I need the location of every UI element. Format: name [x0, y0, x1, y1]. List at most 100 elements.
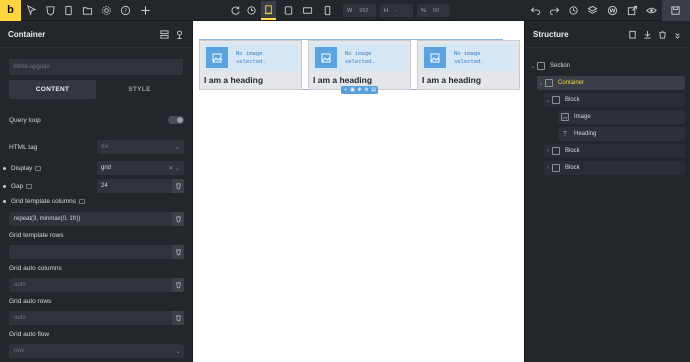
unit-icon[interactable] — [172, 278, 184, 292]
query-loop-label: Query loop — [9, 116, 41, 124]
tablet-landscape-icon[interactable] — [281, 3, 296, 18]
page-icon[interactable] — [61, 3, 76, 18]
desktop-breakpoint-icon[interactable] — [261, 1, 276, 20]
tab-content[interactable]: CONTENT — [9, 80, 96, 99]
structure-panel: Structure ⌄ Section ⌄ Container ⌄ Block … — [524, 21, 690, 362]
unit-icon[interactable] — [172, 212, 184, 226]
tree-item-block[interactable]: › Block — [544, 161, 685, 175]
gaf-value: row — [9, 344, 172, 358]
container-icon — [545, 79, 553, 87]
laptop-icon[interactable] — [300, 3, 315, 18]
image-placeholder[interactable]: No image selected. — [203, 44, 298, 71]
history-icon[interactable] — [566, 3, 581, 18]
gar-label: Grid auto rows — [9, 298, 52, 305]
block-icon — [552, 147, 560, 155]
panel-tabs: CONTENT STYLE — [9, 80, 183, 99]
query-loop-toggle[interactable] — [168, 116, 184, 124]
unit-icon[interactable] — [172, 311, 184, 325]
tree-label: Heading — [574, 131, 597, 137]
block-card[interactable]: No image selected. I am a heading — [308, 40, 411, 90]
card-heading[interactable]: I am a heading — [422, 75, 481, 85]
folder-icon[interactable] — [80, 3, 95, 18]
expand-icon[interactable] — [673, 30, 682, 39]
gtr-label-row: Grid template rows — [9, 232, 184, 239]
gap-input[interactable]: 24 — [97, 179, 184, 193]
display-select[interactable]: grid ✕ ⌄ — [97, 161, 184, 175]
breakpoint-icon — [35, 165, 42, 171]
tree-item-container[interactable]: ⌄ Container — [537, 76, 685, 90]
unit-icon[interactable] — [172, 179, 184, 193]
tree-item-block[interactable]: ⌄ Block — [544, 93, 685, 107]
external-link-icon[interactable] — [625, 3, 640, 18]
chevron-right-icon[interactable]: › — [544, 148, 552, 154]
gac-input[interactable]: auto — [9, 278, 184, 292]
undo-history-icon[interactable] — [244, 3, 259, 18]
tree-item-section[interactable]: ⌄ Section — [529, 59, 685, 73]
plus-icon[interactable] — [138, 3, 153, 18]
tree-label: Container — [558, 80, 585, 86]
add-icon[interactable]: + — [343, 87, 348, 93]
tab-style[interactable]: STYLE — [96, 80, 183, 99]
gaf-select[interactable]: row ⌄ — [9, 344, 184, 358]
card-heading[interactable]: I am a heading — [204, 75, 263, 85]
block-card[interactable]: No image selected. I am a heading — [199, 40, 302, 90]
builder-canvas[interactable]: No image selected. I am a heading No imag… — [193, 21, 524, 362]
canvas-height-field[interactable]: H - — [380, 4, 413, 17]
tree-item-image[interactable]: Image — [558, 110, 685, 124]
presets-icon[interactable] — [160, 29, 169, 39]
layers-icon[interactable] — [585, 3, 600, 18]
gtc-input[interactable]: repeat(3, minmax(0, 1fr)) — [9, 212, 184, 226]
chevron-down-icon: ⌄ — [172, 344, 184, 358]
mobile-icon[interactable] — [320, 3, 335, 18]
zoom-field[interactable]: % 68 — [417, 4, 450, 17]
save-button[interactable] — [662, 0, 690, 21]
shield-icon[interactable] — [43, 3, 58, 18]
chevron-down-icon[interactable]: ⌄ — [529, 63, 537, 70]
height-prefix: H — [384, 7, 388, 14]
gtc-value: repeat(3, minmax(0, 1fr)) — [9, 212, 172, 226]
panel-title: Container — [8, 29, 46, 39]
tree-item-block[interactable]: › Block — [544, 144, 685, 158]
trash-icon[interactable] — [658, 30, 667, 39]
tree-item-heading[interactable]: T Heading — [558, 127, 685, 141]
css-id-field[interactable]: #brxe-spgoqo — [9, 59, 183, 75]
wordpress-icon[interactable]: W — [605, 3, 620, 18]
gtr-value — [9, 245, 172, 259]
html-tag-row: HTML tag div ⌄ — [9, 140, 184, 154]
eye-icon[interactable] — [644, 3, 659, 18]
download-icon[interactable] — [643, 30, 652, 39]
tree-label: Section — [550, 63, 571, 69]
gear-icon[interactable] — [99, 3, 114, 18]
redo-icon[interactable] — [547, 3, 562, 18]
unit-icon[interactable] — [172, 245, 184, 259]
card-heading[interactable]: I am a heading — [313, 75, 372, 85]
chevron-down-icon[interactable]: ⌄ — [544, 97, 552, 104]
help-icon[interactable]: ? — [118, 3, 133, 18]
move-icon[interactable]: ✥ — [357, 87, 362, 93]
clipboard-icon[interactable] — [628, 30, 637, 39]
bricks-logo[interactable]: b — [0, 0, 21, 21]
image-placeholder[interactable]: No image selected. — [312, 44, 407, 71]
gap-row: Gap 24 — [3, 179, 184, 193]
block-card[interactable]: No image selected. I am a heading — [417, 40, 520, 90]
no-image-text-2: selected. — [454, 58, 484, 65]
refresh-icon[interactable] — [228, 3, 243, 18]
pin-icon[interactable] — [175, 30, 184, 39]
chevron-down-icon[interactable]: ⌄ — [537, 80, 545, 87]
width-prefix: W — [347, 7, 353, 14]
gar-input[interactable]: auto — [9, 311, 184, 325]
display-label: Display — [11, 164, 33, 172]
canvas-width-field[interactable]: W 992 — [343, 4, 376, 17]
query-loop-row: Query loop — [9, 116, 184, 124]
undo-icon[interactable] — [528, 3, 543, 18]
image-placeholder[interactable]: No image selected. — [421, 44, 516, 71]
settings-icon[interactable]: ⚙ — [364, 87, 369, 93]
html-tag-select[interactable]: div ⌄ — [97, 140, 184, 154]
chevron-right-icon[interactable]: › — [544, 165, 552, 171]
gtr-input[interactable] — [9, 245, 184, 259]
duplicate-icon[interactable]: ▣ — [350, 87, 355, 93]
pointer-icon[interactable] — [24, 3, 39, 18]
gtc-label: Grid template columns — [11, 198, 77, 205]
delete-icon[interactable]: ▤ — [371, 87, 376, 93]
display-value: grid — [101, 165, 112, 171]
